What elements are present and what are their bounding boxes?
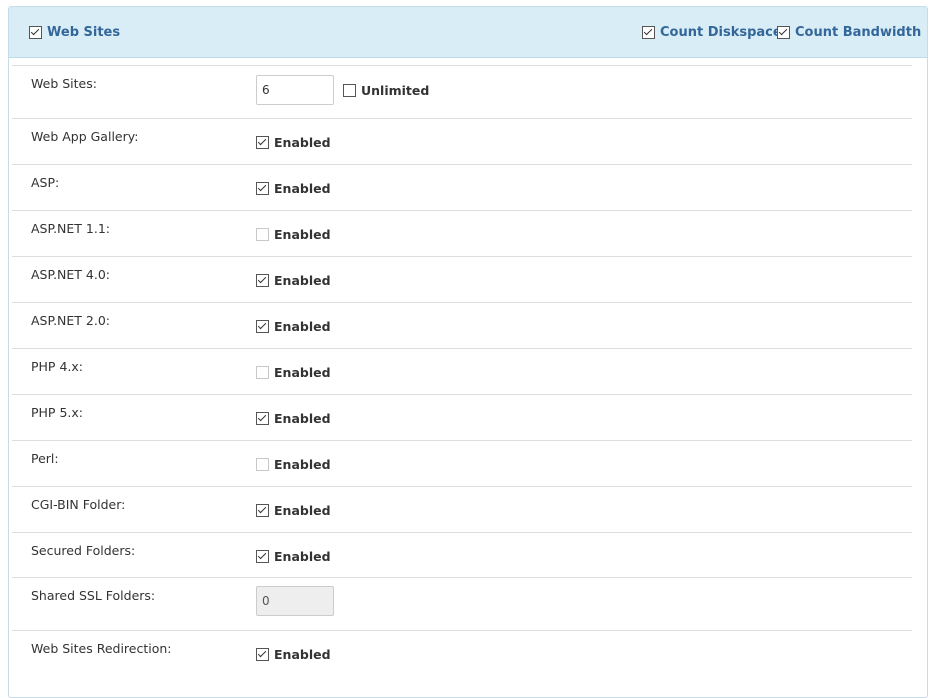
enabled-checkbox[interactable] (256, 366, 269, 379)
feature-row: ASP.NET 1.1: Enabled (12, 210, 912, 257)
count-diskspace-label: Count Diskspace (660, 25, 782, 40)
row-label: Secured Folders: (31, 543, 136, 558)
enabled-label: Enabled (274, 181, 331, 196)
feature-row: Secured Folders: Enabled (12, 532, 912, 579)
enabled-toggle[interactable]: Enabled (256, 457, 331, 472)
row-label: ASP.NET 2.0: (31, 313, 110, 328)
enabled-toggle[interactable]: Enabled (256, 273, 331, 288)
row-shared-ssl-folders: Shared SSL Folders: (12, 577, 912, 630)
row-label: ASP: (31, 175, 60, 190)
count-bandwidth-toggle[interactable]: Count Bandwidth (777, 25, 921, 40)
enabled-checkbox[interactable] (256, 458, 269, 471)
feature-row: PHP 4.x: Enabled (12, 348, 912, 395)
enabled-checkbox[interactable] (256, 320, 269, 333)
panel-title: Web Sites (47, 25, 121, 40)
row-label: ASP.NET 1.1: (31, 221, 110, 236)
unlimited-label: Unlimited (361, 82, 430, 98)
count-bandwidth-label: Count Bandwidth (795, 25, 922, 40)
enabled-label: Enabled (274, 549, 331, 564)
enabled-label: Enabled (274, 135, 331, 150)
feature-row: ASP.NET 2.0: Enabled (12, 302, 912, 349)
enabled-toggle[interactable]: Enabled (256, 135, 331, 150)
feature-row: Web App Gallery: Enabled (12, 118, 912, 165)
row-label: Shared SSL Folders: (31, 588, 156, 603)
enabled-label: Enabled (274, 319, 331, 334)
shared-ssl-folders-input (256, 586, 334, 616)
row-label: Perl: (31, 451, 59, 466)
enabled-checkbox[interactable] (256, 228, 269, 241)
enabled-label: Enabled (274, 411, 331, 426)
row-web-sites-redirection: Web Sites Redirection: Enabled (12, 630, 912, 677)
feature-row: PHP 5.x: Enabled (12, 394, 912, 441)
feature-row: ASP.NET 4.0: Enabled (12, 256, 912, 303)
enabled-toggle[interactable]: Enabled (256, 319, 331, 334)
enabled-toggle[interactable]: Enabled (256, 503, 331, 518)
row-label: ASP.NET 4.0: (31, 267, 110, 282)
enabled-label: Enabled (274, 503, 331, 518)
enabled-toggle[interactable]: Enabled (256, 549, 331, 564)
enabled-checkbox[interactable] (256, 504, 269, 517)
row-label: Web Sites Redirection: (31, 641, 172, 656)
unlimited-checkbox[interactable] (343, 83, 356, 97)
count-diskspace-checkbox[interactable] (642, 26, 655, 39)
row-label: Web App Gallery: (31, 129, 139, 144)
enabled-label: Enabled (274, 457, 331, 472)
feature-row: ASP: Enabled (12, 164, 912, 211)
count-bandwidth-checkbox[interactable] (777, 26, 790, 39)
enabled-checkbox[interactable] (256, 550, 269, 563)
count-diskspace-toggle[interactable]: Count Diskspace (642, 25, 782, 40)
feature-row: CGI-BIN Folder: Enabled (12, 486, 912, 533)
enabled-label: Enabled (274, 227, 331, 242)
web-sites-redirection-checkbox[interactable] (256, 648, 269, 661)
enabled-toggle[interactable]: Enabled (256, 365, 331, 380)
enabled-checkbox[interactable] (256, 412, 269, 425)
enabled-checkbox[interactable] (256, 136, 269, 149)
enabled-toggle[interactable]: Enabled (256, 411, 331, 426)
enabled-label: Enabled (274, 647, 331, 662)
enabled-toggle[interactable]: Enabled (256, 181, 331, 196)
row-label: PHP 4.x: (31, 359, 83, 374)
web-sites-group-toggle[interactable]: Web Sites (29, 25, 120, 40)
web-sites-redirection-toggle[interactable]: Enabled (256, 647, 331, 662)
row-web-sites: Web Sites: Unlimited (12, 65, 912, 118)
shared-ssl-control (256, 586, 334, 616)
enabled-label: Enabled (274, 365, 331, 380)
enabled-checkbox[interactable] (256, 182, 269, 195)
row-label: CGI-BIN Folder: (31, 497, 126, 512)
row-label: Web Sites: (31, 76, 97, 91)
row-label: PHP 5.x: (31, 405, 83, 420)
enabled-label: Enabled (274, 273, 331, 288)
web-sites-group-checkbox[interactable] (29, 26, 42, 39)
web-sites-quota-input[interactable] (256, 75, 334, 105)
feature-row: Perl: Enabled (12, 440, 912, 487)
unlimited-toggle[interactable]: Unlimited (343, 83, 429, 98)
web-sites-control: Unlimited (256, 75, 429, 105)
enabled-checkbox[interactable] (256, 274, 269, 287)
enabled-toggle[interactable]: Enabled (256, 227, 331, 242)
panel-header: Web Sites Count Diskspace Count Bandwidt… (9, 7, 927, 58)
